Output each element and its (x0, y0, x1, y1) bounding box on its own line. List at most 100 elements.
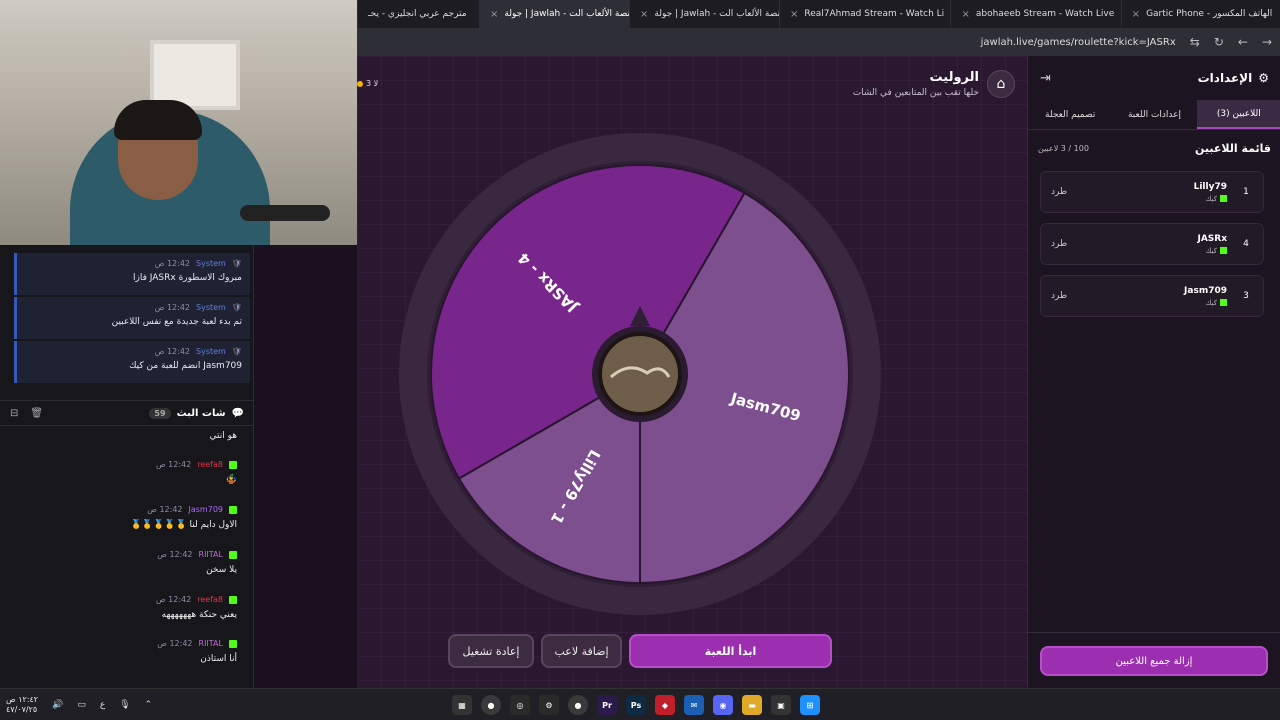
game-area: 3 لا ⌂ الروليت خلها تقب بين المتابعين في… (357, 56, 1027, 688)
kick-badge-icon (229, 639, 237, 648)
sender-name[interactable]: RIITAL (199, 550, 223, 559)
message-text: أنا استاذن (200, 654, 237, 664)
photoshop-icon[interactable]: Ps (626, 695, 646, 715)
clock-time: ١٢:٤٢ ص (6, 695, 39, 704)
player-number: 3 (1243, 291, 1249, 301)
kick-badge-icon (229, 550, 237, 559)
start-game-button[interactable]: ابدأ اللعبة (629, 634, 832, 668)
mail-icon[interactable]: ✉ (684, 695, 704, 715)
back-icon[interactable]: ← (1238, 35, 1248, 49)
message-text: تم بدء لعبة جديدة مع نفس اللاعبين (111, 317, 242, 327)
close-icon[interactable]: × (640, 9, 648, 20)
player-name: Jasm709 (1184, 285, 1227, 296)
tab-players[interactable]: اللاعبين (3) (1196, 100, 1280, 129)
settings-icon[interactable]: ⚙ (539, 695, 559, 715)
tab-jawlah-2[interactable]: × جولة | Jawlah - منصة الألعاب الت (479, 0, 629, 28)
settings-header: ⚙ الإعدادات ⇥ (1028, 56, 1280, 100)
kick-player-button[interactable]: طرد (1051, 239, 1067, 249)
chat-title: 💬 شات البث 59 (149, 407, 244, 419)
kick-player-button[interactable]: طرد (1051, 187, 1067, 197)
players-count: 100 / 3 لاعبين (1038, 144, 1089, 153)
tab-title: abohaeeb Stream - Watch Live (975, 9, 1115, 19)
discord-icon[interactable]: ◉ (713, 695, 733, 715)
tab-wheel-design[interactable]: تصميم العجلة (1028, 100, 1112, 129)
kick-badge-icon (229, 460, 237, 469)
home-button[interactable]: ⌂ (987, 70, 1015, 98)
close-icon[interactable]: × (490, 9, 498, 20)
url-text[interactable]: jawlah.live/games/roulette?kick=JASRx (981, 37, 1176, 48)
message-time: 12:42 ص (155, 595, 192, 604)
chrome-icon[interactable]: ● (481, 695, 501, 715)
message-time: 12:42 ص (154, 259, 190, 268)
app-red-icon[interactable]: ◆ (655, 695, 675, 715)
tab-gartic[interactable]: × Gartic Phone - الهاتف المكسور (1120, 0, 1280, 28)
language-indicator[interactable]: ع (100, 700, 105, 710)
premiere-icon[interactable]: Pr (597, 695, 617, 715)
player-row: 1 Lilly79 كيك طرد (1040, 171, 1264, 213)
speaker-icon[interactable]: 🔊 (52, 700, 63, 710)
viewer-count: 59 (149, 407, 171, 419)
collapse-panel-icon[interactable]: ⇥ (1040, 71, 1051, 86)
close-icon[interactable]: × (1132, 9, 1140, 20)
home-icon: ⌂ (996, 76, 1006, 92)
site-settings-icon[interactable]: ⇆ (1190, 35, 1200, 49)
sender-name[interactable]: reefa8 (197, 460, 223, 469)
collapse-icon[interactable]: ⊟ (10, 408, 18, 419)
tab-translator[interactable]: مترجم عربي انجليزي - يحـ (357, 0, 479, 28)
network-icon[interactable]: ▭ (77, 700, 86, 710)
chat-message: Jasm709 12:42 ص الاول دايم لنا 🥇🥇🥇🥇🥇 (7, 505, 237, 530)
windows-icon[interactable]: ⊞ (800, 695, 820, 715)
message-time: 12:42 ص (154, 303, 190, 312)
player-name: JASRx (1197, 233, 1227, 244)
message-text: هو انتي (209, 431, 237, 441)
tray-expand-icon[interactable]: ⌃ (145, 700, 153, 710)
tab-title: مترجم عربي انجليزي - يحـ (368, 9, 467, 19)
sender-name[interactable]: reefa8 (197, 595, 223, 604)
kick-icon (1220, 195, 1227, 202)
reload-icon[interactable]: ↻ (1214, 35, 1224, 49)
microphone-icon[interactable]: 🎙 (119, 700, 130, 710)
message-text: يلا سخن (206, 565, 237, 575)
tab-real7ahmad[interactable]: × Real7Ahmad Stream - Watch Li (779, 0, 950, 28)
forward-icon[interactable]: → (1262, 35, 1272, 49)
restart-button[interactable]: إعادة تشغيل (448, 634, 534, 668)
tab-abohaeeb[interactable]: × abohaeeb Stream - Watch Live (950, 0, 1120, 28)
chat-message: RIITAL 12:42 ص يلا سخن (7, 550, 237, 575)
clock-date: ٤٧/٠٧/٢٥ (6, 705, 38, 714)
chat-title-text: شات البث (176, 407, 226, 419)
kick-icon (1220, 299, 1227, 306)
kick-icon (1220, 247, 1227, 254)
tab-game-settings[interactable]: إعدادات اللعبة (1112, 100, 1196, 129)
taskbar: ١٢:٤٢ ص ٤٧/٠٧/٢٥ 🔊 ▭ ع 🎙 ⌃ ▦ ● ◎ ⚙ ● Pr P… (0, 688, 1280, 720)
message-text: مبروك الاسطورة JASRx فازا (133, 273, 242, 283)
settings-footer: إزالة جميع اللاعبين (1028, 632, 1280, 688)
system-tray: ١٢:٤٢ ص ٤٧/٠٧/٢٥ 🔊 ▭ ع 🎙 ⌃ (6, 695, 152, 715)
settings-tabs: اللاعبين (3) إعدادات اللعبة تصميم العجلة (1028, 100, 1280, 130)
players-list-title: قائمة اللاعبين (1195, 142, 1271, 155)
remove-all-players-button[interactable]: إزالة جميع اللاعبين (1040, 646, 1268, 676)
obs-icon[interactable]: ◎ (510, 695, 530, 715)
message-time: 12:42 ص (157, 550, 193, 559)
tab-title: جولة | Jawlah - منصة الألعاب الت (504, 9, 629, 19)
store-icon[interactable]: ▣ (771, 695, 791, 715)
sender-name[interactable]: RIITAL (199, 639, 223, 648)
system-icon: 🛡 (231, 347, 242, 356)
roulette-wheel[interactable]: Jasm709 Lilly79 - 1 JASRx - 4 (399, 133, 881, 615)
trash-icon[interactable]: 🗑 (30, 408, 43, 419)
settings-panel: ⚙ الإعدادات ⇥ اللاعبين (3) إعدادات اللعبة… (1027, 56, 1280, 688)
game-title: الروليت (929, 70, 979, 85)
close-icon[interactable]: × (790, 9, 798, 20)
close-icon[interactable]: × (961, 9, 969, 20)
kick-player-button[interactable]: طرد (1051, 291, 1067, 301)
chrome-alt-icon[interactable]: ● (568, 695, 588, 715)
webcam-feed (0, 0, 357, 245)
system-icon: 🛡 (231, 303, 242, 312)
sender-name[interactable]: Jasm709 (189, 505, 224, 514)
tab-jawlah-1[interactable]: × جولة | Jawlah - منصة الألعاب الت (629, 0, 779, 28)
clock[interactable]: ١٢:٤٢ ص ٤٧/٠٧/٢٥ (6, 695, 38, 715)
add-player-button[interactable]: إضافة لاعب (541, 634, 622, 668)
system-message: 🛡 System 12:42 ص تم بدء لعبة جديدة مع نفس … (14, 297, 250, 339)
folder-icon[interactable]: ▬ (742, 695, 762, 715)
player-row: 3 Jasm709 كيك طرد (1040, 275, 1264, 317)
app-icon[interactable]: ▦ (452, 695, 472, 715)
